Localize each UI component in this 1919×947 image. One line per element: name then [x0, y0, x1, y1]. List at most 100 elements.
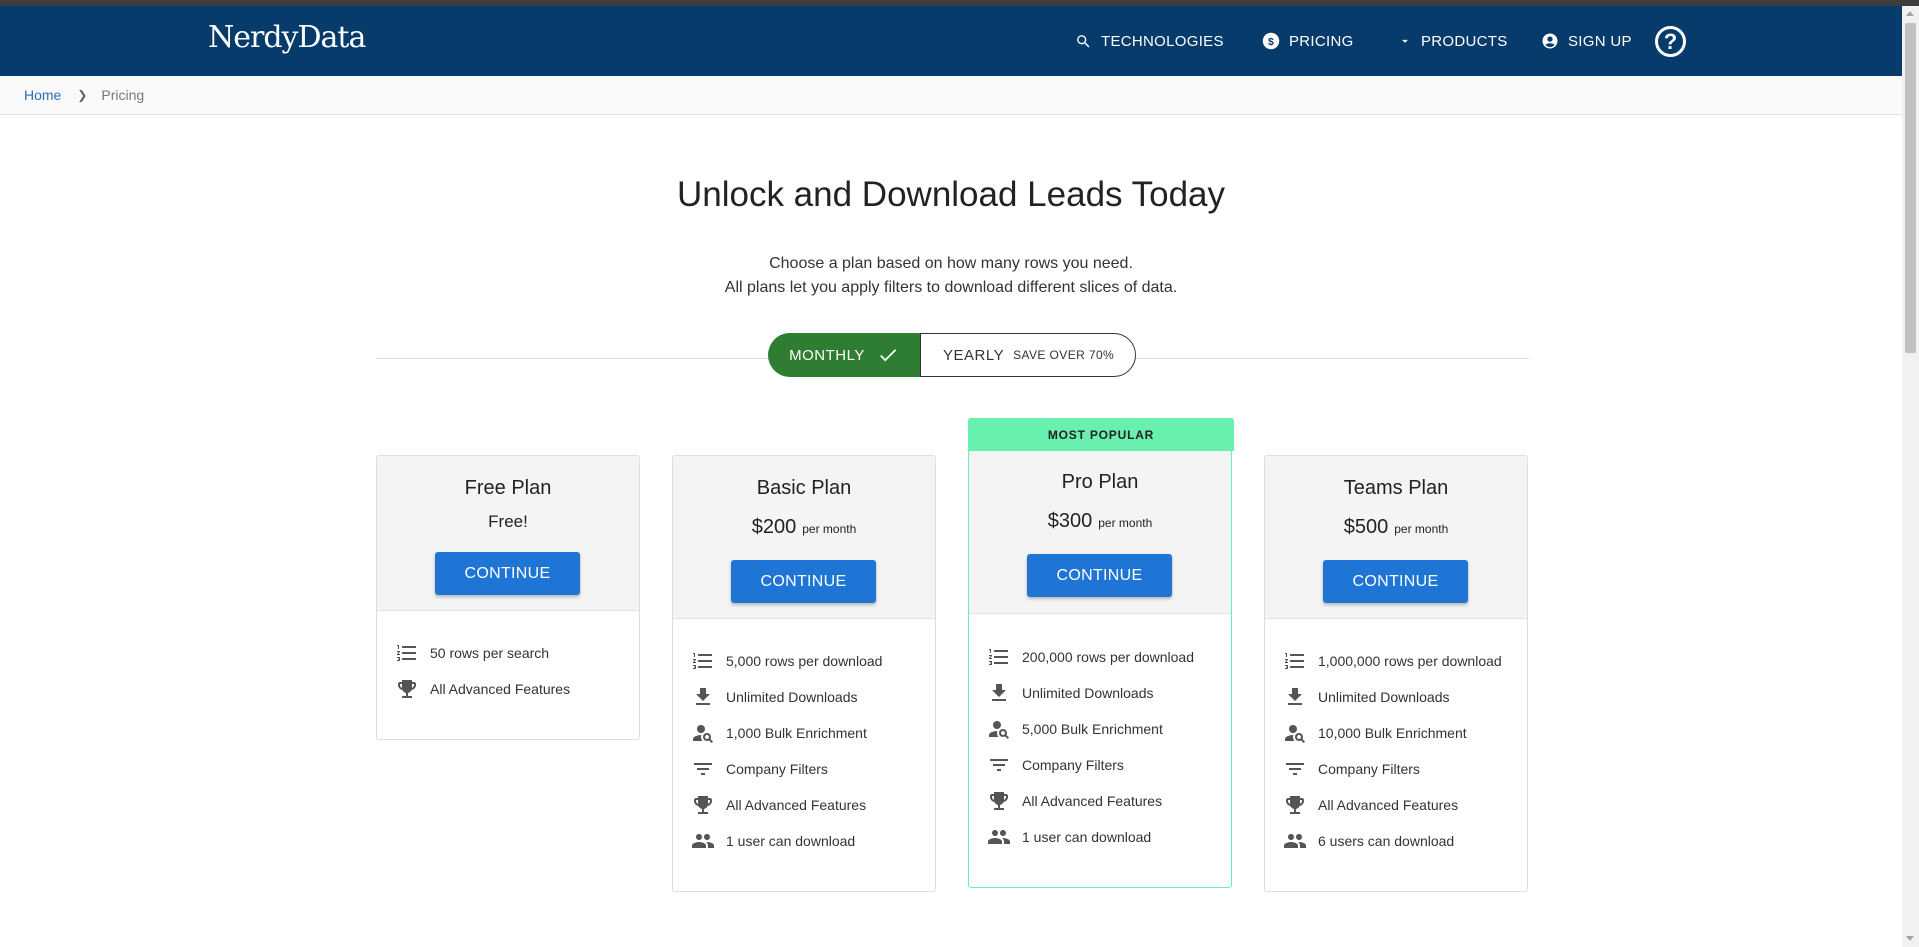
most-popular-badge: MOST POPULAR [968, 418, 1234, 451]
feature-item: 50 rows per search [395, 638, 549, 668]
monthly-toggle-button[interactable]: MONTHLY [768, 333, 920, 377]
feature-item: 1,000,000 rows per download [1283, 646, 1502, 676]
feature-item: 10,000 Bulk Enrichment [1283, 718, 1467, 748]
plan-price: Free! [488, 512, 528, 531]
feature-item: Company Filters [1283, 754, 1420, 784]
breadcrumb-home-link[interactable]: Home [24, 87, 61, 103]
feature-item: All Advanced Features [691, 790, 866, 820]
people-icon [987, 825, 1011, 849]
hero-subtitle-line-1: Choose a plan based on how many rows you… [769, 255, 1133, 272]
person-search-icon [987, 717, 1011, 741]
plan-price-amount: $500 [1343, 516, 1389, 538]
list-numbered-icon [987, 645, 1011, 669]
feature-text: All Advanced Features [430, 681, 571, 697]
yearly-savings-note: SAVE OVER 70% [1013, 348, 1115, 362]
continue-button-free[interactable]: CONTINUE [435, 552, 580, 595]
continue-button-basic[interactable]: CONTINUE [731, 560, 876, 603]
trophy-icon [691, 793, 715, 817]
feature-text: 5,000 rows per download [726, 653, 883, 669]
plan-name: Free Plan [464, 477, 552, 499]
plan-card-header: Pro Plan $300 per month CONTINUE [969, 451, 1231, 614]
feature-text: 10,000 Bulk Enrichment [1318, 725, 1467, 741]
feature-text: Unlimited Downloads [1022, 685, 1154, 701]
list-numbered-icon [1283, 649, 1307, 673]
page-title: Unlock and Download Leads Today [676, 175, 1226, 214]
plan-price-amount: $300 [1047, 510, 1093, 532]
scroll-thumb[interactable] [1905, 23, 1916, 353]
nav-products[interactable]: PRODUCTS [1398, 6, 1508, 76]
nav-signup[interactable]: SIGN UP [1541, 6, 1632, 76]
filter-icon [987, 753, 1011, 777]
trophy-icon [1283, 793, 1307, 817]
feature-text: All Advanced Features [1318, 797, 1459, 813]
plan-name: Pro Plan [1061, 471, 1139, 493]
billing-period-toggle: MONTHLY YEARLY SAVE OVER 70% [768, 333, 1136, 377]
plan-price-amount: $200 [751, 516, 797, 538]
feature-item: All Advanced Features [987, 786, 1162, 816]
monthly-label: MONTHLY [789, 346, 865, 364]
help-icon[interactable]: ? [1655, 26, 1686, 57]
feature-text: 1 user can download [1022, 829, 1152, 845]
people-icon [691, 829, 715, 853]
breadcrumb-current: Pricing [101, 87, 145, 103]
download-icon [1283, 685, 1307, 709]
scroll-down-arrow-icon[interactable] [1906, 936, 1914, 941]
trophy-icon [395, 677, 419, 701]
feature-item: 1 user can download [987, 822, 1151, 852]
feature-item: 5,000 rows per download [691, 646, 882, 676]
yearly-label: YEARLY [943, 346, 1005, 364]
trophy-icon [987, 789, 1011, 813]
feature-text: 1,000,000 rows per download [1318, 653, 1502, 669]
plan-card-pro: MOST POPULAR Pro Plan $300 per month CONT… [968, 418, 1234, 888]
feature-text: All Advanced Features [726, 797, 867, 813]
filter-icon [1283, 757, 1307, 781]
plan-name: Basic Plan [756, 477, 852, 499]
plan-card-header: Basic Plan $200 per month CONTINUE [673, 456, 935, 619]
plan-card-header: Free Plan Free! CONTINUE [377, 456, 639, 611]
chevron-right-icon: ❯ [77, 88, 88, 102]
feature-text: Unlimited Downloads [726, 689, 858, 705]
feature-text: Company Filters [726, 761, 828, 777]
person-search-icon [1283, 721, 1307, 745]
scroll-up-arrow-icon[interactable] [1906, 11, 1914, 16]
plan-name: Teams Plan [1343, 477, 1449, 499]
nerdydata-logo[interactable]: NerdyData [208, 20, 366, 55]
page-scrollbar[interactable] [1902, 6, 1919, 947]
nav-pricing-label: PRICING [1289, 32, 1354, 50]
search-icon [1077, 34, 1090, 48]
plan-price-period: per month [802, 522, 857, 536]
plan-price: $300 per month [969, 510, 1231, 533]
top-navbar: NerdyData TECHNOLOGIES $ PRICING PRODUCT… [0, 6, 1902, 76]
plan-card-free: Free Plan Free! CONTINUE 50 rows per sea… [376, 455, 640, 740]
download-icon [987, 681, 1011, 705]
feature-item: 200,000 rows per download [987, 642, 1194, 672]
feature-text: 1 user can download [726, 833, 856, 849]
filter-icon [691, 757, 715, 781]
plan-card-basic: Basic Plan $200 per month CONTINUE 5,000 … [672, 455, 936, 892]
feature-text: Company Filters [1022, 757, 1124, 773]
svg-text:$: $ [1268, 36, 1274, 48]
people-icon [1283, 829, 1307, 853]
feature-text: 200,000 rows per download [1022, 649, 1195, 665]
list-numbered-icon [691, 649, 715, 673]
continue-button-pro[interactable]: CONTINUE [1027, 554, 1172, 597]
nav-products-label: PRODUCTS [1421, 32, 1508, 50]
nav-signup-label: SIGN UP [1568, 32, 1632, 50]
list-numbered-icon [395, 641, 419, 665]
plan-price: $500 per month [1265, 516, 1527, 539]
caret-down-icon [1402, 39, 1408, 43]
plan-price-period: per month [1098, 516, 1153, 530]
plan-price-period: per month [1394, 522, 1449, 536]
plan-price: $200 per month [673, 516, 935, 539]
yearly-toggle-button[interactable]: YEARLY SAVE OVER 70% [920, 333, 1136, 377]
feature-item: Company Filters [691, 754, 828, 784]
continue-button-teams[interactable]: CONTINUE [1323, 560, 1468, 603]
feature-item: All Advanced Features [1283, 790, 1458, 820]
dollar-circle-icon: $ [1262, 32, 1280, 50]
feature-text: 5,000 Bulk Enrichment [1022, 721, 1163, 737]
nav-technologies[interactable]: TECHNOLOGIES [1075, 6, 1224, 76]
nav-technologies-label: TECHNOLOGIES [1101, 32, 1224, 50]
feature-item: 1 user can download [691, 826, 855, 856]
nav-pricing[interactable]: $ PRICING [1262, 6, 1354, 76]
feature-item: All Advanced Features [395, 674, 570, 704]
